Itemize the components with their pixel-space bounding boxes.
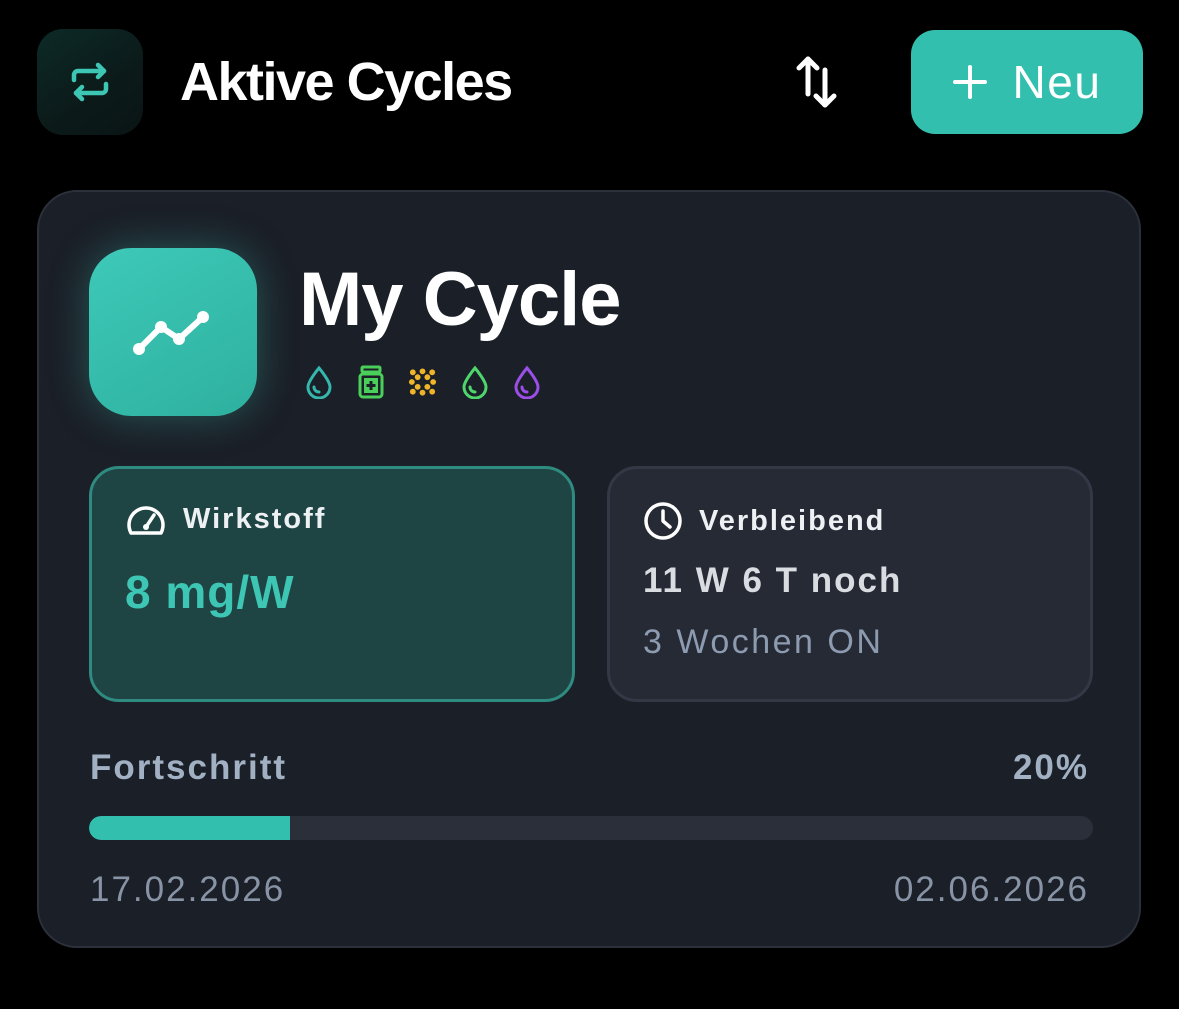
progress-bar: [89, 816, 1093, 840]
cycle-name: My Cycle: [299, 257, 621, 342]
gauge-icon: [127, 506, 165, 535]
remaining-value: 11 W 6 T noch: [643, 561, 903, 600]
plus-icon: [952, 65, 987, 99]
drop-icon: [303, 364, 334, 400]
sort-arrows-icon: [796, 56, 837, 108]
substance-value: 8 mg/W: [125, 566, 295, 618]
clock-icon: [644, 502, 682, 540]
drop-icon: [511, 364, 542, 400]
substance-box[interactable]: Wirkstoff 8 mg/W: [89, 466, 575, 702]
remaining-header: Verbleibend: [643, 501, 885, 541]
sort-button[interactable]: [786, 50, 846, 114]
remaining-box[interactable]: Verbleibend 11 W 6 T noch 3 Wochen ON: [607, 466, 1093, 702]
progress-fill: [89, 816, 290, 840]
medicine-bottle-icon: [355, 364, 386, 400]
start-date: 17.02.2026: [90, 870, 286, 909]
substance-label: Wirkstoff: [183, 502, 327, 535]
dots-pattern-icon: [407, 364, 438, 400]
cycle-card[interactable]: My Cycle Wirkstoff 8 mg/W Verbleibend 11…: [37, 190, 1141, 948]
repeat-arrows-icon: [71, 62, 109, 102]
remaining-label: Verbleibend: [699, 504, 886, 537]
cycle-icon: [89, 248, 257, 416]
progress-percent: 20%: [1012, 748, 1089, 787]
trend-line-icon: [133, 311, 209, 355]
substance-header: Wirkstoff: [125, 501, 326, 537]
progress-label: Fortschritt: [90, 748, 287, 787]
app-icon: [37, 29, 143, 135]
page-title: Aktive Cycles: [180, 52, 513, 112]
remaining-sub: 3 Wochen ON: [643, 623, 884, 661]
drop-icon: [459, 364, 490, 400]
compound-icons: [303, 364, 542, 400]
end-date: 02.06.2026: [893, 870, 1089, 909]
new-button-label: Neu: [1012, 56, 1102, 108]
new-cycle-button[interactable]: Neu: [911, 30, 1143, 134]
